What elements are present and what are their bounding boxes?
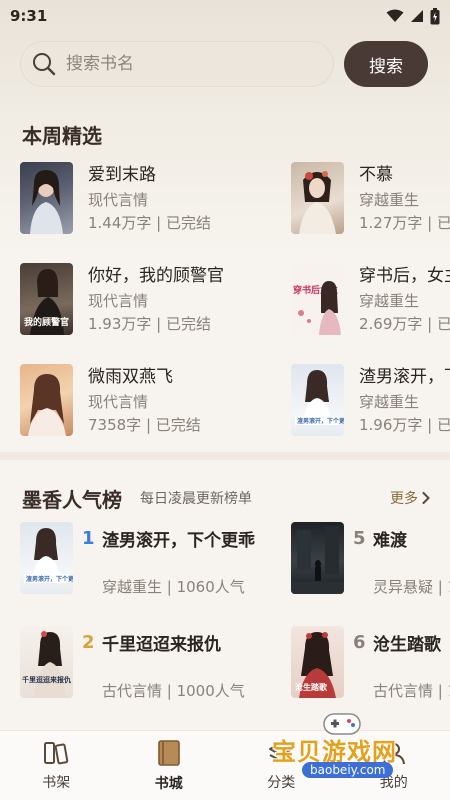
status-time: 9:31 bbox=[10, 7, 48, 25]
book-genre: 穿越重生 bbox=[359, 292, 420, 310]
nav-bookstore[interactable]: 书城 bbox=[113, 731, 226, 800]
ranking-subtitle: 每日凌晨更新榜单 bbox=[140, 491, 252, 507]
cover-text: 沧生踏歌 bbox=[295, 682, 328, 692]
ranking-header: 墨香人气榜 每日凌晨更新榜单 更多 bbox=[22, 484, 430, 512]
book-title: 爱到末路 bbox=[88, 165, 156, 185]
search-icon bbox=[33, 53, 56, 76]
signal-icon bbox=[411, 10, 423, 22]
book-card[interactable]: 渣男滚开，下个更乖 渣男滚开，下 穿越重生 1.96万字 | 已完结 bbox=[291, 364, 450, 436]
battery-icon bbox=[430, 7, 440, 24]
book-title: 微雨双燕飞 bbox=[88, 367, 173, 387]
book-cover: 千里迢迢来报仇 bbox=[20, 626, 73, 698]
section-divider bbox=[0, 452, 450, 460]
book-meta: 1.93万字 | 已完结 bbox=[88, 315, 211, 333]
chevron-right-icon bbox=[422, 492, 430, 504]
cover-text: 渣男滚开，下个更乖 bbox=[26, 575, 73, 583]
book-cover bbox=[291, 522, 344, 594]
book-card[interactable]: 微雨双燕飞 现代言情 7358字 | 已完结 bbox=[20, 364, 300, 436]
book-title: 不慕 bbox=[359, 165, 393, 185]
rank-item[interactable]: 千里迢迢来报仇 2 千里迢迢来报仇 古代言情 | 1000人气 bbox=[20, 626, 290, 700]
ranking-grid: 渣男滚开，下个更乖 1 渣男滚开，下个更乖 穿越重生 | 1060人气 5 难渡… bbox=[20, 522, 450, 722]
status-bar: 9:31 bbox=[0, 0, 450, 32]
book-title: 你好，我的顾警官 bbox=[88, 266, 224, 286]
book-title: 穿书后，女主 bbox=[359, 266, 450, 286]
rank-book-meta: 穿越重生 | 1060人气 bbox=[102, 578, 245, 596]
book-meta: 1.96万字 | 已完结 bbox=[359, 416, 450, 434]
bookshelf-icon bbox=[44, 741, 69, 764]
book-genre: 穿越重生 bbox=[359, 393, 420, 411]
nav-label: 书架 bbox=[42, 774, 71, 791]
book-cover: 渣男滚开，下个更乖 bbox=[20, 522, 73, 594]
rank-number: 1 bbox=[82, 528, 95, 549]
book-cover bbox=[20, 162, 73, 234]
book-cover: 渣男滚开，下个更乖 bbox=[291, 364, 344, 436]
rank-number: 5 bbox=[353, 528, 366, 549]
book-cover: 沧生踏歌 bbox=[291, 626, 344, 698]
nav-label: 书城 bbox=[154, 775, 183, 792]
rank-book-meta: 古代言情 | 1000人气 bbox=[373, 682, 450, 700]
cover-text: 我的顾警官 bbox=[24, 316, 69, 328]
ranking-title: 墨香人气榜 bbox=[22, 487, 122, 512]
nav-bookshelf[interactable]: 书架 bbox=[0, 731, 113, 800]
rank-number: 2 bbox=[82, 632, 95, 653]
watermark: 宝贝游戏网 baobeiy.com bbox=[262, 710, 422, 788]
rank-book-meta: 古代言情 | 1000人气 bbox=[102, 682, 245, 700]
more-link[interactable]: 更多 bbox=[390, 488, 430, 508]
book-genre: 现代言情 bbox=[88, 393, 149, 411]
book-genre: 现代言情 bbox=[88, 292, 149, 310]
book-card[interactable]: 穿书后女主 穿书后，女主 穿越重生 2.69万字 | 已完结 bbox=[291, 263, 450, 335]
search-bar: 搜索 bbox=[20, 40, 430, 88]
wifi-icon bbox=[386, 9, 404, 22]
rank-number: 6 bbox=[353, 632, 366, 653]
rank-item[interactable]: 渣男滚开，下个更乖 1 渣男滚开，下个更乖 穿越重生 | 1060人气 bbox=[20, 522, 290, 596]
rank-book-meta: 灵异悬疑 | 1019人气 bbox=[373, 578, 450, 596]
weekly-picks-grid: 爱到末路 现代言情 1.44万字 | 已完结 不慕 穿越重生 1.27万字 | … bbox=[20, 160, 450, 450]
rank-book-title: 难渡 bbox=[373, 531, 407, 551]
search-input[interactable] bbox=[66, 54, 306, 74]
search-box[interactable] bbox=[20, 41, 334, 87]
book-title: 渣男滚开，下 bbox=[359, 367, 450, 387]
book-meta: 1.27万字 | 已完结 bbox=[359, 214, 450, 232]
cover-text: 渣男滚开，下个更乖 bbox=[297, 417, 344, 425]
rank-book-title: 渣男滚开，下个更乖 bbox=[102, 531, 255, 551]
book-card[interactable]: 爱到末路 现代言情 1.44万字 | 已完结 bbox=[20, 162, 300, 234]
search-button[interactable]: 搜索 bbox=[344, 41, 428, 87]
book-cover bbox=[291, 162, 344, 234]
rank-item[interactable]: 5 难渡 灵异悬疑 | 1019人气 bbox=[291, 522, 450, 596]
rank-book-title: 沧生踏歌 bbox=[373, 635, 441, 655]
status-icons bbox=[386, 7, 440, 25]
cover-text: 千里迢迢来报仇 bbox=[22, 675, 71, 684]
book-genre: 穿越重生 bbox=[359, 191, 420, 209]
bookstore-icon bbox=[157, 739, 180, 766]
more-label: 更多 bbox=[390, 491, 418, 507]
rank-book-title: 千里迢迢来报仇 bbox=[102, 635, 221, 655]
book-cover bbox=[20, 364, 73, 436]
book-cover: 我的顾警官 bbox=[20, 263, 73, 335]
book-genre: 现代言情 bbox=[88, 191, 149, 209]
book-meta: 1.44万字 | 已完结 bbox=[88, 214, 211, 232]
watermark-url: baobeiy.com bbox=[302, 762, 394, 778]
book-card[interactable]: 不慕 穿越重生 1.27万字 | 已完结 bbox=[291, 162, 450, 234]
weekly-picks-title: 本周精选 bbox=[22, 124, 102, 148]
book-cover: 穿书后女主 bbox=[291, 263, 344, 335]
rank-item[interactable]: 沧生踏歌 6 沧生踏歌 古代言情 | 1000人气 bbox=[291, 626, 450, 700]
book-meta: 2.69万字 | 已完结 bbox=[359, 315, 450, 333]
book-card[interactable]: 我的顾警官 你好，我的顾警官 现代言情 1.93万字 | 已完结 bbox=[20, 263, 300, 335]
book-meta: 7358字 | 已完结 bbox=[88, 416, 201, 434]
